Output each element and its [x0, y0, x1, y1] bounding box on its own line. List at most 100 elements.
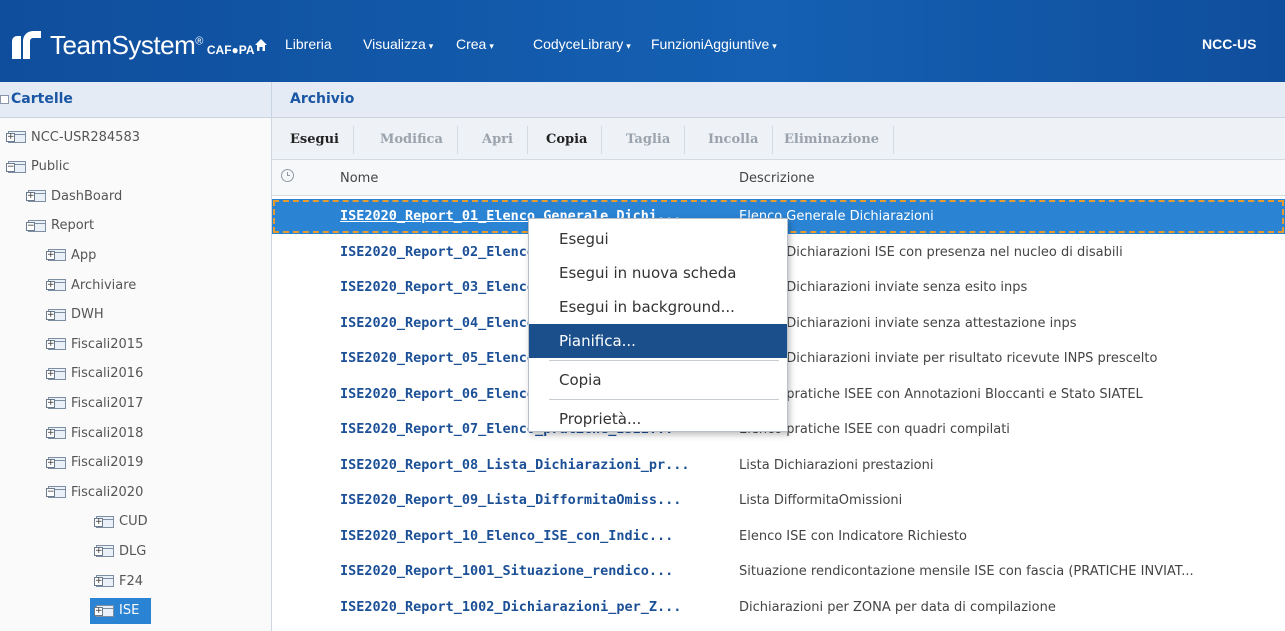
folder-open-icon[interactable]: −: [26, 219, 46, 233]
report-description: Situazione rendicontazione mensile ISE c…: [739, 564, 1194, 579]
archive-panel-header: Archivio: [272, 82, 1285, 118]
tree-node-fiscali2017[interactable]: + Fiscali2017: [46, 390, 155, 416]
collapse-panel-icon[interactable]: [0, 95, 9, 104]
folder-icon[interactable]: +: [94, 574, 114, 588]
context-menu-item-esegui[interactable]: Esegui: [529, 222, 787, 256]
report-name-link[interactable]: ISE2020_Report_1002_Dichiarazioni_per_Z.…: [340, 599, 732, 615]
toolbar-button-apri[interactable]: Apri: [468, 126, 528, 154]
folder-icon[interactable]: +: [46, 396, 66, 410]
folder-icon[interactable]: +: [46, 426, 66, 440]
folder-open-icon[interactable]: −: [46, 485, 66, 499]
tree-node-app[interactable]: + App: [46, 242, 108, 268]
nav-item-crea[interactable]: Crea ▾: [456, 36, 494, 52]
teamsystem-logo[interactable]: TeamSystem® CAF●PA: [10, 30, 255, 60]
report-name-link[interactable]: ISE2020_Report_08_Lista_Dichiarazioni_pr…: [340, 457, 732, 473]
tree-node-label: DLG: [119, 543, 147, 559]
report-name-link[interactable]: ISE2020_Report_10_Elenco_ISE_con_Indic..…: [340, 528, 732, 544]
column-header-name[interactable]: Nome: [340, 171, 378, 186]
caret-down-icon: ▾: [626, 41, 631, 51]
tree-node-label: Fiscali2016: [71, 366, 144, 382]
nav-item-label: FunzioniAggiuntive: [651, 36, 770, 52]
column-header-description[interactable]: Descrizione: [739, 171, 815, 186]
user-label[interactable]: NCC-US: [1202, 36, 1256, 52]
clock-icon[interactable]: [281, 169, 294, 182]
context-menu-item-esegui-in-nuova-scheda[interactable]: Esegui in nuova scheda: [529, 256, 787, 290]
folder-tree: + NCC-USR284583− Public + DashBoard − Report + A…: [0, 118, 272, 631]
tree-node-fiscali2020[interactable]: − Fiscali2020: [46, 479, 155, 505]
tree-node-fiscali2015[interactable]: + Fiscali2015: [46, 331, 155, 357]
table-row[interactable]: ISE2020_Report_08_Lista_Dichiarazioni_pr…: [272, 448, 1285, 483]
tree-node-label: Fiscali2017: [71, 395, 144, 411]
caret-down-icon: ▾: [428, 41, 434, 51]
folder-icon[interactable]: +: [94, 544, 114, 558]
folder-open-icon[interactable]: −: [6, 160, 26, 174]
report-name-link[interactable]: ISE2020_Report_1001_Situazione_rendico..…: [340, 563, 732, 579]
teamsystem-logo-mark-icon: [10, 31, 44, 59]
table-row[interactable]: ISE2020_Report_09_Lista_DifformitaOmiss.…: [272, 483, 1285, 518]
nav-item-funzioniaggiuntive[interactable]: FunzioniAggiuntive ▾: [651, 36, 777, 52]
toolbar-button-incolla[interactable]: Incolla: [694, 126, 774, 154]
table-column-header: Nome Descrizione: [272, 160, 1285, 196]
top-navigation-bar: TeamSystem® CAF●PA Libreria Visualizza ▾ Cr…: [0, 0, 1285, 82]
toolbar-button-copia[interactable]: Copia: [532, 126, 603, 154]
tree-node-dashboard[interactable]: + DashBoard: [26, 183, 134, 209]
toolbar-button-esegui[interactable]: Esegui: [276, 126, 354, 154]
tree-node-archiviare[interactable]: + Archiviare: [46, 272, 148, 298]
tree-node-label: Fiscali2019: [71, 455, 144, 471]
home-icon[interactable]: [254, 38, 268, 52]
tree-node-label: Fiscali2018: [71, 425, 144, 441]
archive-toolbar: Esegui Modifica Apri Copia Taglia Incolla Elim…: [272, 118, 1285, 160]
menu-separator: [549, 399, 779, 400]
context-menu-item-esegui-in-background[interactable]: Esegui in background...: [529, 290, 787, 324]
tree-node-dlg[interactable]: + DLG: [94, 538, 158, 564]
tree-node-report[interactable]: − Report: [26, 213, 106, 239]
tree-node-dwh[interactable]: + DWH: [46, 302, 116, 328]
tree-node-label: Public: [31, 159, 70, 175]
folder-icon[interactable]: +: [46, 337, 66, 351]
context-menu-item-copia[interactable]: Copia: [529, 363, 787, 397]
folder-icon[interactable]: +: [26, 189, 46, 203]
toolbar-button-taglia[interactable]: Taglia: [612, 126, 686, 154]
nav-item-libreria[interactable]: Libreria: [285, 36, 332, 52]
folder-icon[interactable]: +: [6, 130, 26, 144]
report-description: Elenco Dichiarazioni inviate senza attes…: [739, 315, 1077, 331]
tree-node-cud[interactable]: + CUD: [94, 509, 160, 535]
folder-icon[interactable]: +: [46, 278, 66, 292]
folder-icon[interactable]: +: [46, 456, 66, 470]
tree-node-fiscali2016[interactable]: + Fiscali2016: [46, 361, 155, 387]
report-name-link[interactable]: ISE2020_Report_09_Lista_DifformitaOmiss.…: [340, 492, 732, 508]
tree-node-fiscali2018[interactable]: + Fiscali2018: [46, 420, 155, 446]
report-description: Elenco Dichiarazioni inviate senza esito…: [739, 280, 1028, 295]
caret-down-icon: ▾: [772, 41, 777, 51]
tree-node-fiscali2019[interactable]: + Fiscali2019: [46, 450, 155, 476]
folders-panel-title: Cartelle: [11, 91, 73, 107]
tree-node-ise[interactable]: + ISE: [90, 597, 152, 624]
tree-node-ncc-usr284583[interactable]: + NCC-USR284583: [6, 124, 152, 150]
tree-node-public[interactable]: − Public: [6, 154, 81, 180]
folder-icon[interactable]: +: [46, 367, 66, 381]
folder-icon[interactable]: +: [94, 515, 114, 529]
tree-node-label: F24: [119, 573, 144, 589]
tree-node-label: NCC-USR284583: [31, 129, 140, 145]
tree-node-label: Archiviare: [71, 277, 137, 293]
context-menu-item-propriet[interactable]: Proprietà...: [529, 402, 787, 436]
folder-icon[interactable]: +: [46, 308, 66, 322]
table-row[interactable]: ISE2020_Report_10_Elenco_ISE_con_Indic..…: [272, 519, 1285, 554]
tree-node-label: CUD: [119, 514, 148, 530]
report-description: Elenco Dichiarazioni inviate per risulta…: [739, 351, 1158, 366]
context-menu-item-pianifica[interactable]: Pianifica...: [529, 324, 787, 358]
nav-item-codycelibrary[interactable]: CodyceLibrary ▾: [533, 36, 631, 52]
nav-item-label: Libreria: [285, 36, 332, 52]
table-row[interactable]: ISE2020_Report_1002_Dichiarazioni_per_Z.…: [272, 590, 1285, 625]
folder-icon[interactable]: +: [46, 248, 66, 262]
toolbar-button-modifica[interactable]: Modifica: [366, 126, 458, 154]
menu-separator: [549, 360, 779, 361]
table-row[interactable]: ISE2020_Report_1001_Situazione_rendico..…: [272, 554, 1285, 589]
tree-node-label: DWH: [71, 307, 104, 323]
tree-node-label: Fiscali2020: [71, 484, 144, 500]
tree-node-f24[interactable]: + F24: [94, 568, 155, 594]
folder-icon[interactable]: +: [94, 604, 114, 618]
nav-item-visualizza[interactable]: Visualizza ▾: [363, 36, 433, 52]
report-description: Elenco Generale Dichiarazioni: [739, 209, 934, 224]
toolbar-button-eliminazione[interactable]: Eliminazione: [770, 126, 895, 154]
